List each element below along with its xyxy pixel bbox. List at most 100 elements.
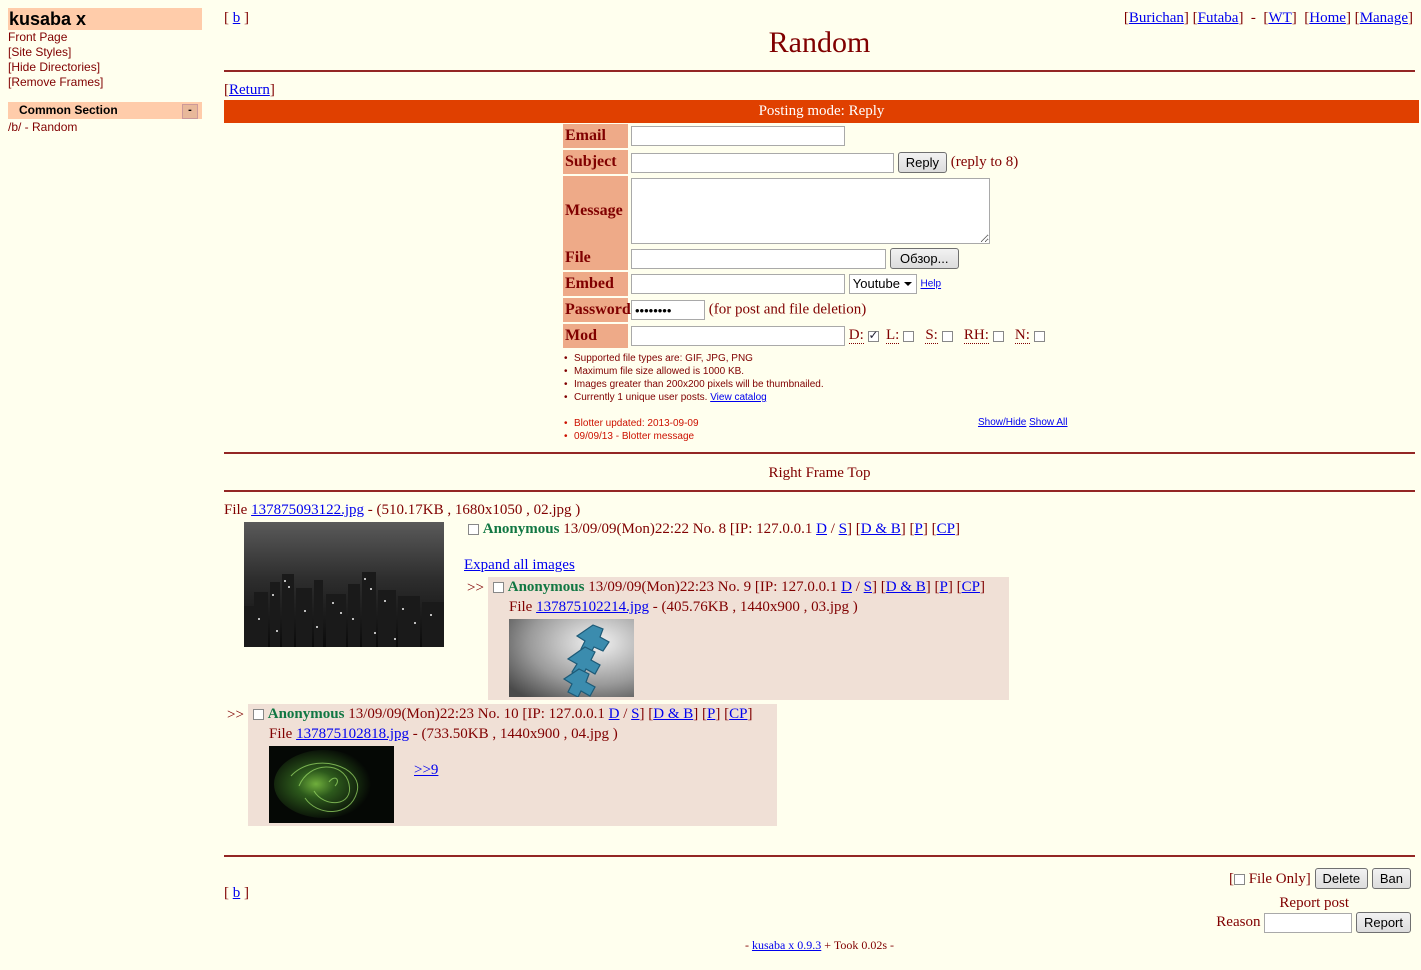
- file-path-field[interactable]: [631, 248, 886, 269]
- mod-delete-link[interactable]: D: [609, 706, 620, 722]
- subject-field[interactable]: [631, 152, 894, 173]
- reply-file-info: File 137875102818.jpg - (733.50KB , 1440…: [269, 726, 618, 742]
- mod-delete-ban-link[interactable]: D & B: [653, 706, 693, 722]
- mod-flag-s-checkbox[interactable]: [941, 330, 953, 342]
- file-only-checkbox[interactable]: [1233, 874, 1245, 886]
- reply-number[interactable]: No. 9: [718, 579, 751, 595]
- message-field[interactable]: [631, 178, 990, 244]
- email-field[interactable]: [631, 126, 845, 146]
- quote-link[interactable]: >>9: [414, 762, 438, 779]
- site-title: kusaba x: [8, 8, 202, 30]
- op-file-details: - (510.17KB , 1680x1050 , 02.jpg ): [367, 502, 581, 518]
- ban-button[interactable]: Ban: [1371, 868, 1411, 889]
- mod-cp-link[interactable]: CP: [962, 579, 980, 595]
- op-post-date: 13/09/09(Mon)22:22: [563, 521, 690, 537]
- board-link-b[interactable]: b: [233, 885, 241, 901]
- mod-flag-n-label: N:: [1014, 327, 1030, 345]
- menu-link-front-page[interactable]: Front Page: [8, 30, 103, 45]
- reply-arrow: >>: [467, 580, 484, 596]
- delete-button[interactable]: Delete: [1314, 868, 1369, 889]
- mod-flag-n-checkbox[interactable]: [1033, 330, 1045, 342]
- mod-delete-ban-link[interactable]: D & B: [886, 579, 926, 595]
- menu-link-hide-directories[interactable]: [Hide Directories]: [8, 60, 103, 75]
- embed-field[interactable]: [631, 274, 845, 294]
- reply-button[interactable]: Reply: [897, 152, 947, 173]
- blotter-message: 09/09/13 - Blotter message: [564, 430, 699, 443]
- password-label: Password: [563, 298, 631, 322]
- menu-frame: kusaba x Front Page [Site Styles] [Hide …: [0, 0, 210, 970]
- menu-link-site-styles[interactable]: [Site Styles]: [8, 45, 103, 60]
- op-select-checkbox[interactable]: [468, 524, 479, 536]
- embed-label: Embed: [563, 272, 628, 296]
- mod-p-link[interactable]: P: [940, 579, 948, 595]
- reply-number[interactable]: No. 10: [478, 706, 519, 722]
- reply-file-link[interactable]: 137875102818.jpg: [296, 726, 409, 742]
- report-post-label: Report post: [1279, 895, 1349, 911]
- menu-board-link[interactable]: /b/ - Random: [8, 120, 77, 134]
- reply-file-link[interactable]: 137875102214.jpg: [536, 599, 649, 615]
- blotter-show-hide-link[interactable]: Show/Hide: [978, 417, 1026, 428]
- embed-type-select[interactable]: Youtube: [848, 274, 917, 294]
- op-post-number[interactable]: No. 8: [693, 521, 726, 537]
- mod-sticky-link[interactable]: S: [631, 706, 639, 722]
- mod-cp-link[interactable]: CP: [937, 521, 955, 537]
- reply-post: Anonymous 13/09/09(Mon)22:23 No. 10 [IP:…: [248, 704, 777, 826]
- browse-button[interactable]: Обзор...: [889, 248, 959, 269]
- blotter-show-all-link[interactable]: Show All: [1029, 417, 1067, 428]
- nav-home[interactable]: Home: [1309, 10, 1346, 26]
- embed-help-link[interactable]: Help: [921, 279, 942, 290]
- mod-cp-link[interactable]: CP: [729, 706, 747, 722]
- report-button[interactable]: Report: [1355, 912, 1411, 933]
- reply-file-info: File 137875102214.jpg - (405.76KB , 1440…: [509, 599, 858, 615]
- main-frame: [ b ] [Burichan] [Futaba] - [WT] [Home] …: [224, 0, 1419, 970]
- board-nav-bottom: [ b ]: [224, 885, 249, 901]
- mod-p-link[interactable]: P: [707, 706, 715, 722]
- mod-p-link[interactable]: P: [915, 521, 923, 537]
- menu-links: Front Page [Site Styles] [Hide Directori…: [8, 30, 103, 90]
- rule-item: Maximum file size allowed is 1000 KB.: [564, 365, 824, 378]
- mod-flag-rh-checkbox[interactable]: [992, 330, 1004, 342]
- kusaba-link[interactable]: kusaba x 0.9.3: [752, 938, 821, 952]
- return-link[interactable]: Return: [229, 82, 270, 98]
- mod-flag-d-checkbox[interactable]: [867, 328, 879, 343]
- divider: [224, 490, 1415, 492]
- mod-delete-ban-link[interactable]: D & B: [861, 521, 901, 537]
- nav-futaba[interactable]: Futaba: [1198, 10, 1239, 26]
- view-catalog-link[interactable]: View catalog: [710, 392, 767, 403]
- nav-burichan[interactable]: Burichan: [1129, 10, 1184, 26]
- mod-field[interactable]: [631, 326, 845, 346]
- mod-flag-s-label: S:: [925, 327, 938, 345]
- op-post-header: Anonymous 13/09/09(Mon)22:22 No. 8 [IP: …: [468, 521, 960, 538]
- reply-arrow: >>: [227, 707, 244, 723]
- mod-delete-link[interactable]: D: [816, 521, 827, 537]
- subject-label: Subject: [563, 150, 628, 174]
- rule-item: Supported file types are: GIF, JPG, PNG: [564, 352, 824, 365]
- board-link-b[interactable]: b: [233, 10, 241, 26]
- op-file-link[interactable]: 137875093122.jpg: [251, 502, 364, 518]
- reply-select-checkbox[interactable]: [493, 582, 504, 594]
- menu-link-remove-frames[interactable]: [Remove Frames]: [8, 75, 103, 90]
- reply-thumbnail[interactable]: [269, 746, 394, 823]
- mod-flag-l-checkbox[interactable]: [903, 330, 915, 342]
- report-reason-field[interactable]: [1264, 912, 1353, 933]
- reply-date: 13/09/09(Mon)22:23: [348, 706, 475, 722]
- reply-select-checkbox[interactable]: [253, 709, 264, 721]
- divider: [224, 452, 1415, 454]
- nav-wt[interactable]: WT: [1268, 10, 1291, 26]
- mod-flag-l-label: L:: [886, 327, 900, 345]
- password-field[interactable]: [631, 300, 705, 320]
- reply-header: Anonymous 13/09/09(Mon)22:23 No. 9 [IP: …: [493, 579, 985, 596]
- op-file-info: File 137875093122.jpg - (510.17KB , 1680…: [224, 502, 581, 518]
- reply-post: Anonymous 13/09/09(Mon)22:23 No. 9 [IP: …: [488, 577, 1009, 700]
- expand-all-images-link[interactable]: Expand all images: [464, 557, 575, 574]
- reply-thumbnail[interactable]: [509, 619, 634, 698]
- op-thumbnail[interactable]: [244, 522, 444, 647]
- mod-delete-link[interactable]: D: [841, 579, 852, 595]
- collapse-toggle[interactable]: -: [182, 104, 198, 119]
- nav-manage[interactable]: Manage: [1360, 10, 1408, 26]
- divider: [224, 70, 1415, 72]
- mod-label: Mod: [563, 324, 628, 348]
- reason-label: Reason: [1216, 913, 1261, 930]
- mod-sticky-link[interactable]: S: [839, 521, 847, 537]
- mod-sticky-link[interactable]: S: [864, 579, 872, 595]
